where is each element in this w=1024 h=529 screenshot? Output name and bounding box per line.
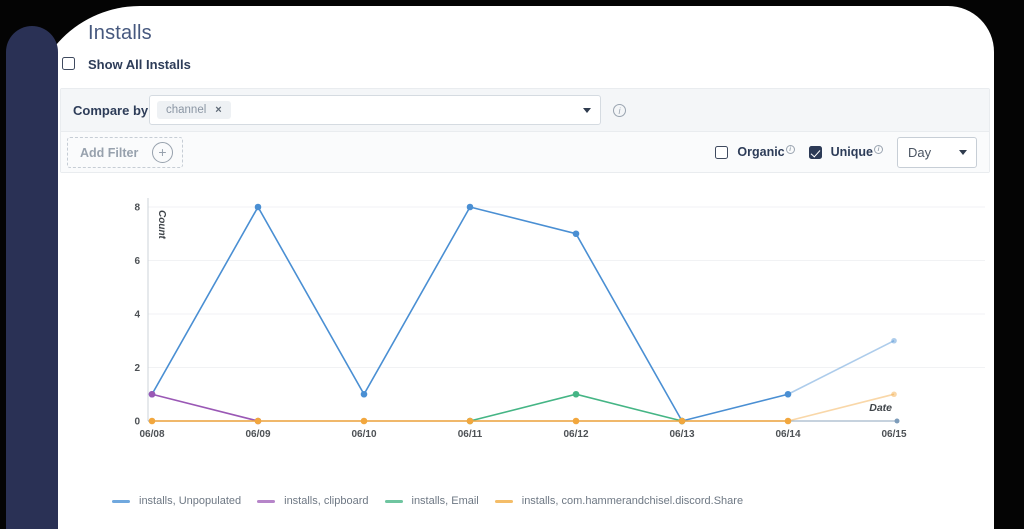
data-point-installs-unpopulated[interactable]: [255, 204, 261, 210]
add-filter-label: Add Filter: [80, 146, 138, 160]
data-point-installs-email[interactable]: [573, 391, 579, 397]
legend-label: installs, clipboard: [284, 495, 368, 507]
legend-swatch: [385, 500, 403, 503]
data-point-installs-com-hammerandchisel-discord-share[interactable]: [361, 418, 367, 424]
organic-checkbox[interactable]: [715, 146, 728, 159]
data-point-installs-email[interactable]: [467, 418, 473, 424]
compare-by-select[interactable]: channel ×: [149, 95, 601, 125]
data-point-incomplete-installs-unpopulated[interactable]: [891, 338, 897, 344]
compare-tag-text: channel: [166, 104, 206, 116]
chart-legend: installs, Unpopulated installs, clipboard…: [112, 495, 743, 507]
filter-panel: Compare by channel × i Add Filter +: [60, 88, 990, 173]
x-tick-label: 06/10: [351, 429, 376, 440]
legend-label: installs, Unpopulated: [139, 495, 241, 507]
y-tick-label: 4: [134, 310, 140, 321]
unique-info-icon[interactable]: i: [874, 145, 883, 154]
unique-checkbox[interactable]: [809, 146, 822, 159]
organic-label: Organici: [737, 145, 794, 159]
x-tick-label: 06/08: [139, 429, 164, 440]
plus-icon: +: [152, 142, 173, 163]
organic-info-icon[interactable]: i: [786, 145, 795, 154]
interval-value: Day: [908, 145, 931, 160]
y-tick-label: 6: [134, 256, 140, 267]
x-axis-end-dot: [895, 419, 900, 424]
show-all-installs-label: Show All Installs: [88, 57, 191, 72]
legend-label: installs, Email: [412, 495, 479, 507]
data-point-installs-com-hammerandchisel-discord-share[interactable]: [255, 418, 261, 424]
chevron-down-icon: [959, 150, 967, 155]
legend-swatch: [495, 500, 513, 503]
compare-by-label: Compare by: [73, 103, 148, 118]
legend-swatch: [112, 500, 130, 503]
compare-tag-channel: channel ×: [157, 101, 231, 119]
data-point-installs-clipboard[interactable]: [255, 418, 261, 424]
x-tick-label: 06/13: [669, 429, 694, 440]
data-point-installs-unpopulated[interactable]: [467, 204, 473, 210]
data-point-installs-com-hammerandchisel-discord-share[interactable]: [573, 418, 579, 424]
data-point-installs-clipboard[interactable]: [149, 391, 155, 397]
data-point-incomplete-installs-com-hammerandchisel-discord-share[interactable]: [891, 391, 897, 397]
data-point-installs-unpopulated[interactable]: [149, 391, 155, 397]
legend-item-installs-com-hammerandchisel-discord-share[interactable]: installs, com.hammerandchisel.discord.Sh…: [495, 495, 743, 507]
legend-swatch: [257, 500, 275, 503]
legend-item-installs-unpopulated[interactable]: installs, Unpopulated: [112, 495, 241, 507]
data-point-installs-com-hammerandchisel-discord-share[interactable]: [149, 418, 155, 424]
legend-item-installs-email[interactable]: installs, Email: [385, 495, 479, 507]
series-line-installs-unpopulated: [152, 207, 788, 421]
page: Installs Show All Installs Compare by ch…: [0, 0, 1024, 529]
unique-label: Uniquei: [831, 145, 883, 159]
data-point-installs-com-hammerandchisel-discord-share[interactable]: [679, 418, 685, 424]
filter-row: Add Filter + Organici Uniquei Day: [61, 132, 989, 172]
data-point-installs-email[interactable]: [679, 418, 685, 424]
x-tick-label: 06/09: [245, 429, 270, 440]
x-tick-label: 06/14: [775, 429, 800, 440]
y-tick-label: 0: [134, 417, 140, 428]
x-axis-title: Date: [869, 402, 892, 414]
data-point-installs-unpopulated[interactable]: [785, 391, 791, 397]
page-title: Installs: [88, 22, 152, 45]
compare-info-icon[interactable]: i: [613, 104, 626, 117]
data-point-installs-com-hammerandchisel-discord-share[interactable]: [467, 418, 473, 424]
legend-label: installs, com.hammerandchisel.discord.Sh…: [522, 495, 743, 507]
x-tick-label: 06/15: [881, 429, 906, 440]
add-filter-button[interactable]: Add Filter +: [67, 137, 183, 168]
data-point-installs-unpopulated[interactable]: [361, 391, 367, 397]
legend-item-installs-clipboard[interactable]: installs, clipboard: [257, 495, 368, 507]
series-line-incomplete-installs-com-hammerandchisel-discord-share: [788, 394, 894, 421]
y-axis-title: Count: [156, 210, 167, 240]
installs-chart: 0 2 4 6 8 06/08 06/09 06/10 06/11 06/12 06/13 06/14…: [0, 0, 1024, 529]
compare-by-row: Compare by channel × i: [61, 89, 989, 132]
y-tick-label: 2: [134, 363, 140, 374]
tag-remove-icon[interactable]: ×: [215, 104, 221, 116]
series-line-installs-clipboard: [152, 394, 258, 421]
interval-dropdown[interactable]: Day: [897, 137, 977, 168]
data-point-installs-unpopulated[interactable]: [573, 231, 579, 237]
show-all-installs-checkbox[interactable]: [62, 57, 75, 70]
y-tick-label: 8: [134, 203, 140, 214]
dashboard-content: Installs Show All Installs Compare by ch…: [0, 0, 1024, 529]
x-tick-label: 06/11: [458, 429, 483, 440]
unique-toggle[interactable]: Uniquei: [809, 145, 883, 159]
data-point-installs-com-hammerandchisel-discord-share[interactable]: [785, 418, 791, 424]
series-line-incomplete-installs-unpopulated: [788, 341, 894, 395]
chevron-down-icon: [583, 108, 591, 113]
x-tick-label: 06/12: [563, 429, 588, 440]
data-point-installs-unpopulated[interactable]: [679, 418, 685, 424]
series-line-installs-email: [470, 394, 682, 421]
organic-toggle[interactable]: Organici: [715, 145, 794, 159]
toggle-group: Organici Uniquei Day: [715, 132, 977, 172]
